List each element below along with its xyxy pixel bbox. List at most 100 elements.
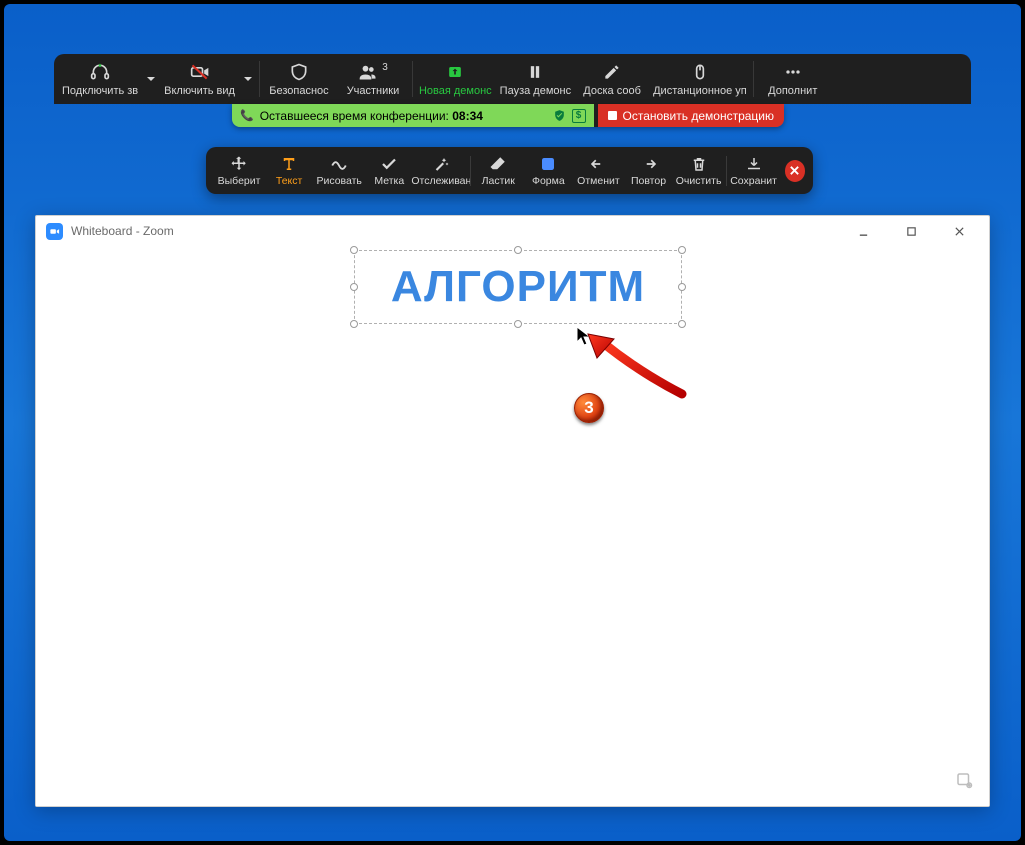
separator xyxy=(753,61,754,97)
separator xyxy=(470,156,471,186)
stop-share-button[interactable]: Остановить демонстрацию xyxy=(598,104,784,127)
resize-handle[interactable] xyxy=(514,246,522,254)
security-label: Безопаснос xyxy=(269,85,328,97)
save-tool[interactable]: Сохранит xyxy=(729,147,779,194)
resize-handle[interactable] xyxy=(678,246,686,254)
remote-label: Дистанционное уп xyxy=(653,85,747,97)
remote-button[interactable]: Дистанционное уп xyxy=(649,54,751,104)
audio-button[interactable]: Подключить зв xyxy=(58,54,142,104)
separator xyxy=(259,61,260,97)
spotlight-label: Отслеживан xyxy=(411,175,471,187)
whiteboard-canvas[interactable]: АЛГОРИТМ 3 xyxy=(36,246,989,806)
audio-chevron[interactable] xyxy=(142,54,160,104)
people-icon xyxy=(358,62,378,82)
annotate-button[interactable]: Доска сооб xyxy=(575,54,649,104)
video-label: Включить вид xyxy=(164,85,235,97)
clear-label: Очистить xyxy=(676,175,722,187)
headphones-icon xyxy=(90,62,110,82)
text-icon xyxy=(280,155,298,173)
shield-check-icon xyxy=(553,109,566,122)
annotate-label: Доска сооб xyxy=(583,85,641,97)
new-share-label: Новая демонс xyxy=(419,85,492,97)
zoom-logo-icon xyxy=(46,223,63,240)
close-annotation-button[interactable] xyxy=(785,160,805,182)
annotation-toolbar: Выберит Текст Рисовать Метка Отслеживан … xyxy=(206,147,813,194)
canvas-text[interactable]: АЛГОРИТМ xyxy=(391,262,645,312)
close-button[interactable] xyxy=(939,216,979,246)
new-share-button[interactable]: Новая демонс xyxy=(415,54,496,104)
stop-icon xyxy=(608,111,617,120)
desktop: Подключить зв Включить вид Безопаснос 3 … xyxy=(4,4,1021,841)
redo-icon xyxy=(640,155,658,173)
clear-tool[interactable]: Очистить xyxy=(674,147,724,194)
text-tool[interactable]: Текст xyxy=(264,147,314,194)
annotation-arrow xyxy=(584,332,694,402)
close-icon xyxy=(789,165,800,176)
text-selection-box[interactable]: АЛГОРИТМ xyxy=(354,250,682,324)
more-button[interactable]: Дополнит xyxy=(756,54,830,104)
cursor-icon xyxy=(576,326,592,348)
minimize-button[interactable] xyxy=(843,216,883,246)
audio-label: Подключить зв xyxy=(62,85,138,97)
video-chevron[interactable] xyxy=(239,54,257,104)
whiteboard-titlebar[interactable]: Whiteboard - Zoom xyxy=(36,216,989,246)
pause-share-label: Пауза демонс xyxy=(500,85,571,97)
separator xyxy=(412,61,413,97)
text-label: Текст xyxy=(276,175,302,187)
undo-tool[interactable]: Отменит xyxy=(573,147,623,194)
eraser-label: Ластик xyxy=(482,175,515,187)
whiteboard-window: Whiteboard - Zoom АЛГОРИТМ xyxy=(35,215,990,807)
resize-handle[interactable] xyxy=(678,320,686,328)
mouse-icon xyxy=(690,62,710,82)
draw-tool[interactable]: Рисовать xyxy=(314,147,364,194)
select-tool[interactable]: Выберит xyxy=(214,147,264,194)
dollar-icon: $ xyxy=(572,109,586,123)
pencil-icon xyxy=(602,62,622,82)
eraser-icon xyxy=(489,155,507,173)
pause-share-button[interactable]: Пауза демонс xyxy=(496,54,575,104)
separator xyxy=(726,156,727,186)
spotlight-tool[interactable]: Отслеживан xyxy=(414,147,468,194)
redo-tool[interactable]: Повтор xyxy=(623,147,673,194)
whiteboard-title: Whiteboard - Zoom xyxy=(71,224,174,238)
redo-label: Повтор xyxy=(631,175,666,187)
resize-handle[interactable] xyxy=(350,283,358,291)
check-icon xyxy=(380,155,398,173)
share-up-icon xyxy=(445,62,465,82)
move-icon xyxy=(230,155,248,173)
more-label: Дополнит xyxy=(768,85,817,97)
participants-label: Участники xyxy=(347,85,400,97)
maximize-button[interactable] xyxy=(891,216,931,246)
security-button[interactable]: Безопаснос xyxy=(262,54,336,104)
stamp-tool[interactable]: Метка xyxy=(364,147,414,194)
time-label: Оставшееся время конференции: xyxy=(260,109,453,123)
wand-icon xyxy=(432,155,450,173)
resize-handle[interactable] xyxy=(514,320,522,328)
popout-button[interactable] xyxy=(955,771,973,794)
more-icon xyxy=(783,62,803,82)
shield-icon xyxy=(289,62,309,82)
stop-share-label: Остановить демонстрацию xyxy=(623,109,774,123)
trash-icon xyxy=(690,155,708,173)
undo-icon xyxy=(589,155,607,173)
save-label: Сохранит xyxy=(730,175,777,187)
square-icon xyxy=(539,155,557,173)
time-value: 08:34 xyxy=(452,109,483,123)
phone-icon: 📞 xyxy=(240,109,254,122)
format-tool[interactable]: Форма xyxy=(523,147,573,194)
video-button[interactable]: Включить вид xyxy=(160,54,239,104)
draw-label: Рисовать xyxy=(316,175,361,187)
participants-button[interactable]: 3 Участники xyxy=(336,54,410,104)
eraser-tool[interactable]: Ластик xyxy=(473,147,523,194)
resize-handle[interactable] xyxy=(678,283,686,291)
pause-icon xyxy=(525,62,545,82)
participants-count: 3 xyxy=(382,62,388,73)
share-status-bar: 📞 Оставшееся время конференции: 08:34 $ … xyxy=(232,104,784,127)
meeting-toolbar: Подключить зв Включить вид Безопаснос 3 … xyxy=(54,54,971,104)
resize-handle[interactable] xyxy=(350,320,358,328)
format-label: Форма xyxy=(532,175,565,187)
resize-handle[interactable] xyxy=(350,246,358,254)
status-time: 📞 Оставшееся время конференции: 08:34 $ xyxy=(232,104,594,127)
download-icon xyxy=(745,155,763,173)
undo-label: Отменит xyxy=(577,175,620,187)
